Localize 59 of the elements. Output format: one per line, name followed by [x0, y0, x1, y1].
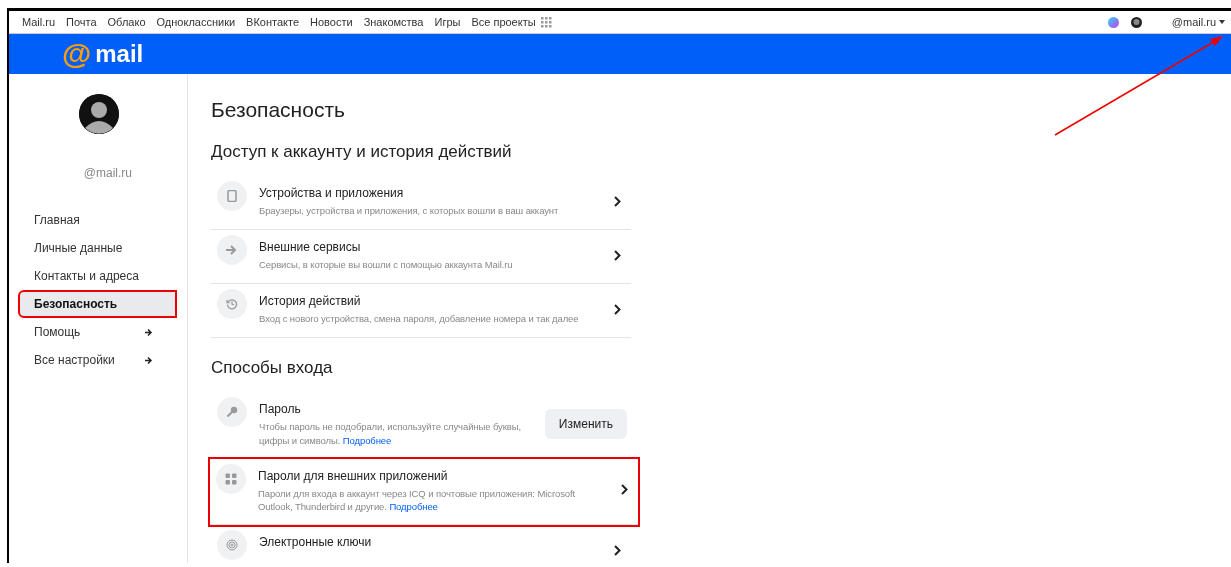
gradient-ball-icon[interactable] [1107, 16, 1119, 28]
history-icon [226, 298, 238, 310]
row-description: Чтобы пароль не подобрали, используйте случайные буквы, цифры и символы. Подробнее [259, 420, 522, 448]
more-link[interactable]: Подробнее [389, 501, 438, 513]
arrow-icon [226, 245, 238, 255]
apps-grid-icon[interactable] [540, 16, 552, 28]
sidebar-item[interactable]: Все настройки [18, 346, 177, 374]
settings-row[interactable]: Внешние сервисы Сервисы, в которые вы вошли с помощью аккаунта Mail.ru [211, 230, 631, 284]
arrow-icon [145, 356, 153, 364]
chevron-icon [621, 484, 628, 496]
sidebar-item[interactable]: Безопасность [18, 290, 177, 318]
sidebar-item[interactable]: Контакты и адреса [18, 262, 177, 290]
nav-link[interactable]: Почта [66, 16, 97, 28]
avatar-icon[interactable] [1130, 16, 1142, 28]
row-description: Браузеры, устройства и приложения, с которых вошли в ваш аккаунт [259, 204, 560, 218]
row-title: Пароли для внешних приложений [258, 468, 449, 483]
logo[interactable]: @mail [62, 39, 144, 69]
row-title: Пароль [259, 402, 302, 416]
nav-link[interactable]: Игры [434, 16, 461, 28]
nav-link[interactable]: Одноклассники [156, 16, 236, 28]
nav-link[interactable]: Mail.ru [22, 16, 55, 28]
chevron-icon [614, 303, 621, 315]
grid-icon [225, 472, 237, 485]
sidebar-item[interactable]: Личные данные [18, 234, 177, 262]
avatar-silhouette [79, 94, 119, 134]
section-title: Доступ к аккаунту и история действий [211, 142, 512, 162]
settings-row[interactable]: Пароли для внешних приложений Пароли для входа в аккаунт через ICQ и почтовые приложения: Microsoft Outlook, Thunderbird и другие. Подробнее [210, 458, 638, 526]
nav-link[interactable]: Все проекты [471, 16, 536, 28]
settings-row[interactable]: Пароль Чтобы пароль не подобрали, используйте случайные буквы, цифры и символы. Подробнее Изменить [211, 392, 631, 459]
page-title: Безопасность [211, 98, 345, 122]
key-icon [226, 406, 238, 418]
row-title: Устройства и приложения [259, 186, 405, 200]
settings-row[interactable]: История действий Вход с нового устройства, смена пароля, добавление номера и так далее [211, 284, 631, 338]
sidebar-item[interactable]: Главная [18, 206, 177, 234]
username: @mail.ru [82, 166, 132, 180]
arrow-icon [145, 328, 153, 336]
row-title: Электронные ключи [259, 535, 373, 550]
nav-link[interactable]: Облако [107, 16, 146, 28]
row-description: Вход с нового устройства, смена пароля, добавление номера и так далее [259, 312, 580, 326]
row-description: Сервисы, в которые вы вошли с помощью аккаунта Mail.ru [259, 258, 514, 272]
account-menu[interactable]: @mail.ru [1171, 16, 1225, 28]
nav-link[interactable]: Новости [310, 16, 353, 28]
row-description: Пароли для входа в аккаунт через ICQ и почтовые приложения: Microsoft Outlook, Thunderbird и другие. Подробнее [258, 486, 577, 515]
chevron-icon [614, 195, 621, 207]
chevron-icon [614, 249, 621, 261]
section-title: Способы входа [211, 358, 333, 378]
row-title: История действий [259, 294, 362, 308]
more-link[interactable]: Подробнее [342, 434, 392, 446]
nav-link[interactable]: ВКонтакте [246, 16, 300, 28]
settings-row[interactable]: Устройства и приложения Браузеры, устройства и приложения, с которых вошли в ваш аккаунт [211, 176, 631, 230]
settings-row[interactable]: Электронные ключи [211, 525, 631, 563]
fingerprint-icon [226, 539, 238, 552]
nav-link[interactable]: Знакомства [363, 16, 424, 28]
sidebar-item[interactable]: Помощь [18, 318, 177, 346]
chevron-icon [614, 544, 621, 556]
caret-icon [1219, 20, 1225, 24]
row-title: Внешние сервисы [259, 240, 362, 254]
change-button[interactable]: Изменить [544, 408, 627, 439]
phone-icon [227, 190, 237, 202]
